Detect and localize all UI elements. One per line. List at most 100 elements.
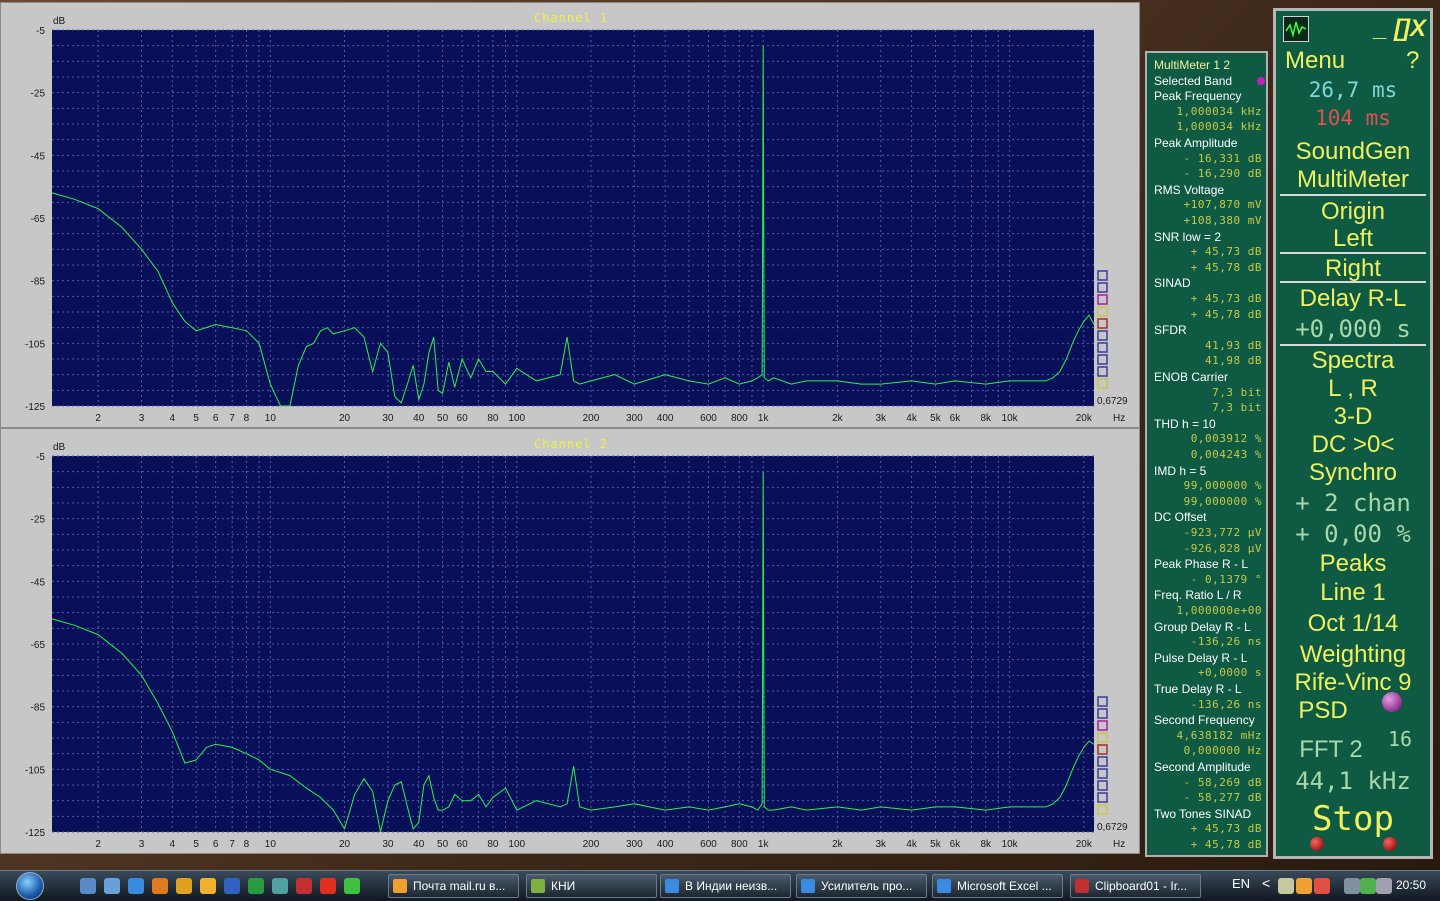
menu-item-l-r[interactable]: L , R (1276, 375, 1430, 403)
menu-item-weighting[interactable]: Weighting (1276, 641, 1430, 669)
legend-swatch[interactable] (1097, 720, 1108, 731)
mail-tray-icon[interactable] (1278, 878, 1294, 894)
meter-label[interactable]: Pulse Delay R - L (1147, 650, 1266, 666)
taskbar-button[interactable]: КНИ (526, 874, 657, 898)
channel-1-window[interactable]: Channel 1 -5 -25 -45 -65 -85 -105 -125 dB 2 3 4 5 6 7 8… (0, 2, 1140, 428)
media-icon[interactable] (176, 878, 192, 894)
agent-icon[interactable] (200, 878, 216, 894)
channel-2-spectrum-chart[interactable]: Channel 2-5-25-45-65-85-105-125dB2 3 4 5 6 7 8… (1, 429, 1141, 855)
taskbar-button[interactable]: Почта mail.ru в... (388, 874, 519, 898)
help-button[interactable]: ? (1406, 47, 1419, 75)
legend-swatch[interactable] (1097, 318, 1108, 329)
meter-label[interactable]: Peak Amplitude (1147, 135, 1266, 151)
app-icon-2[interactable] (272, 878, 288, 894)
menu-item-peaks[interactable]: Peaks (1276, 550, 1430, 578)
taskbar-button[interactable]: В Индии неизв... (660, 874, 791, 898)
legend-swatch[interactable] (1097, 366, 1108, 377)
meter-label[interactable]: Two Tones SINAD (1147, 806, 1266, 822)
taskbar-button[interactable]: Clipboard01 - Ir... (1070, 874, 1201, 898)
menu-item-chan[interactable]: + 2 chan (1276, 489, 1430, 517)
legend-swatch[interactable] (1097, 708, 1108, 719)
excel-icon[interactable] (248, 878, 264, 894)
meter-label[interactable]: THD h = 10 (1147, 416, 1266, 432)
legend-swatch[interactable] (1097, 804, 1108, 815)
meter-label[interactable]: RMS Voltage (1147, 182, 1266, 198)
legend-swatch[interactable] (1097, 744, 1108, 755)
meter-title[interactable]: MultiMeter 1 2 (1147, 57, 1266, 73)
battery-tray-icon[interactable] (1360, 878, 1376, 894)
meter-label[interactable]: DC Offset (1147, 509, 1266, 525)
network-tray-icon[interactable] (1344, 878, 1360, 894)
psd-indicator-icon[interactable] (1382, 692, 1402, 712)
meter-label[interactable]: IMD h = 5 (1147, 463, 1266, 479)
meter-label[interactable]: Peak Phase R - L (1147, 556, 1266, 572)
show-desktop-icon[interactable] (80, 878, 96, 894)
taskbar-button[interactable]: Microsoft Excel ... (932, 874, 1063, 898)
meter-label[interactable]: Freq. Ratio L / R (1147, 587, 1266, 603)
ie-icon[interactable] (128, 878, 144, 894)
legend-swatch[interactable] (1097, 270, 1108, 281)
legend-swatch[interactable] (1097, 756, 1108, 767)
tray-expand-icon[interactable]: < (1262, 875, 1270, 891)
menu-item-right[interactable]: Right (1276, 255, 1430, 283)
menu-item-3d[interactable]: 3-D (1276, 403, 1430, 431)
menu-item-dc[interactable]: DC >0< (1276, 431, 1430, 459)
menu-item-rife-vinc[interactable]: Rife-Vinc 9 (1276, 669, 1430, 697)
menu-item-stop[interactable]: Stop (1276, 799, 1430, 839)
menu-item-spectra[interactable]: Spectra (1276, 347, 1430, 375)
meter-label[interactable]: Group Delay R - L (1147, 619, 1266, 635)
opera-icon[interactable] (320, 878, 336, 894)
menu-item-fft-exp[interactable]: 16 (1380, 725, 1420, 753)
volume-tray-icon[interactable] (1376, 878, 1392, 894)
legend-swatch[interactable] (1097, 768, 1108, 779)
menu-item-rate[interactable]: 44,1 kHz (1276, 767, 1430, 795)
meter-label[interactable]: Second Amplitude (1147, 759, 1266, 775)
meter-label[interactable]: ENOB Carrier (1147, 369, 1266, 385)
legend-swatch[interactable] (1097, 696, 1108, 707)
app-icon[interactable] (1283, 16, 1309, 42)
selected-band-indicator-icon[interactable] (1257, 77, 1265, 85)
taskbar-button[interactable]: Усилитель про... (796, 874, 927, 898)
menu-item-left[interactable]: Left (1276, 225, 1430, 253)
legend-swatch[interactable] (1097, 306, 1108, 317)
channel-2-window[interactable]: Channel 2 -5 -25 -45 -65 -85 -105 -125 dB 2 3 4 5 6 7 8… (0, 428, 1140, 854)
meter-label[interactable]: Selected Band (1147, 73, 1266, 89)
meter-label[interactable]: True Delay R - L (1147, 681, 1266, 697)
meter-label[interactable]: SINAD (1147, 275, 1266, 291)
start-button[interactable] (10, 871, 50, 901)
switch-windows-icon[interactable] (104, 878, 120, 894)
legend-swatch[interactable] (1097, 282, 1108, 293)
flower-icon[interactable] (344, 878, 360, 894)
menu-item-synchro[interactable]: Synchro (1276, 459, 1430, 487)
menu-item-origin[interactable]: Origin (1276, 198, 1430, 226)
window-controls[interactable]: _ []X (1364, 14, 1426, 44)
menu-item-psd[interactable]: PSD (1246, 697, 1400, 725)
meter-label[interactable]: SFDR (1147, 322, 1266, 338)
word-icon[interactable] (224, 878, 240, 894)
menu-button[interactable]: Menu (1285, 47, 1345, 75)
menu-item-multimeter[interactable]: MultiMeter (1276, 166, 1430, 194)
language-indicator[interactable]: EN (1232, 876, 1250, 891)
irfanview-icon[interactable] (296, 878, 312, 894)
legend-swatch[interactable] (1097, 294, 1108, 305)
firefox-icon[interactable] (152, 878, 168, 894)
legend-swatch[interactable] (1097, 330, 1108, 341)
menu-item-oct[interactable]: Oct 1/14 (1276, 610, 1430, 638)
legend-swatch[interactable] (1097, 342, 1108, 353)
menu-item-percent[interactable]: + 0,00 % (1276, 520, 1430, 548)
menu-item-soundgen[interactable]: SoundGen (1276, 138, 1430, 166)
agent-tray-icon[interactable] (1296, 878, 1312, 894)
legend-swatch[interactable] (1097, 732, 1108, 743)
legend-swatch[interactable] (1097, 378, 1108, 389)
security-tray-icon[interactable] (1314, 878, 1330, 894)
menu-item-line[interactable]: Line 1 (1276, 579, 1430, 607)
meter-label[interactable]: Peak Frequency (1147, 88, 1266, 104)
menu-item-delay-r-l[interactable]: Delay R-L (1276, 285, 1430, 313)
clock[interactable]: 20:50 (1396, 878, 1426, 892)
channel-1-spectrum-chart[interactable]: Channel 1-5-25-45-65-85-105-125dB2 3 4 5 6 7 8… (1, 3, 1141, 429)
menu-item-delay-value[interactable]: +0,000 s (1276, 315, 1430, 343)
legend-swatch[interactable] (1097, 354, 1108, 365)
legend-swatch[interactable] (1097, 792, 1108, 803)
legend-swatch[interactable] (1097, 780, 1108, 791)
meter-label[interactable]: SNR low = 2 (1147, 229, 1266, 245)
